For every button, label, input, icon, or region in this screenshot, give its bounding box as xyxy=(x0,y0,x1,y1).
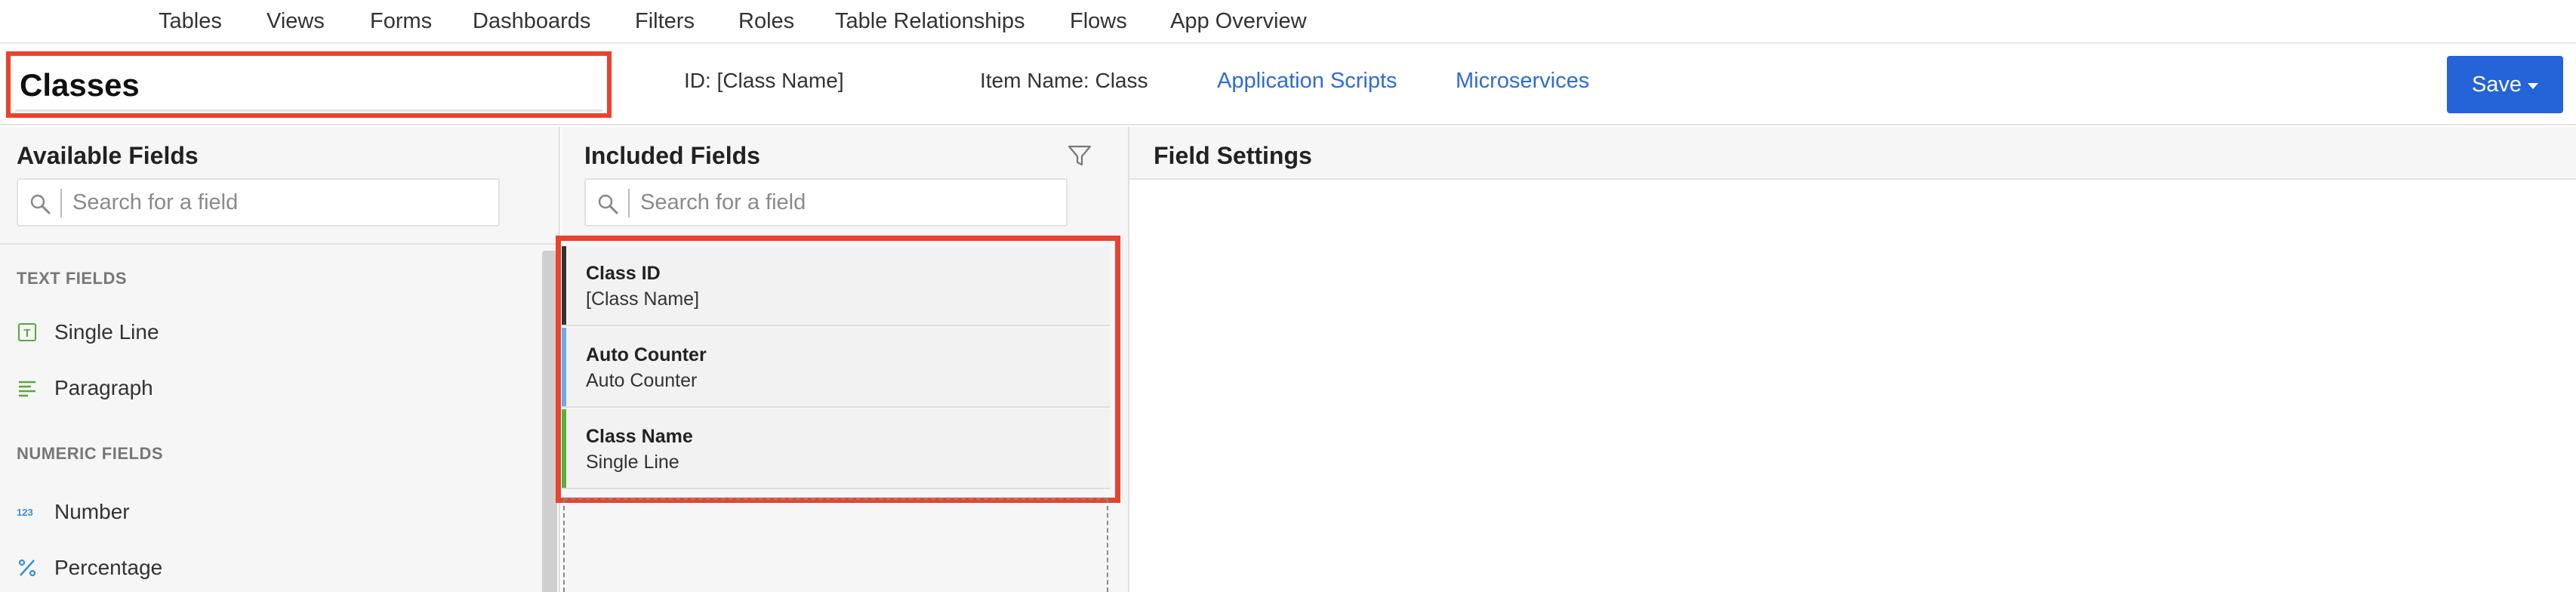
field-single-line[interactable]: T Single Line xyxy=(17,316,515,349)
available-fields-panel: Available Fields TEXT FIELDS T Single Li… xyxy=(0,127,560,592)
nav-roles[interactable]: Roles xyxy=(738,8,794,35)
included-search-input[interactable] xyxy=(640,186,1055,219)
nav-flows[interactable]: Flows xyxy=(1070,8,1127,35)
microservices-link[interactable]: Microservices xyxy=(1456,68,1589,94)
nav-app-overview[interactable]: App Overview xyxy=(1170,8,1307,35)
chevron-down-icon xyxy=(2528,83,2539,89)
field-settings-panel: Field Settings xyxy=(1129,127,2576,592)
save-button[interactable]: Save xyxy=(2447,56,2563,113)
single-line-icon: T xyxy=(17,322,38,343)
table-header: ID: [Class Name] Item Name: Class Applic… xyxy=(0,45,2576,125)
available-scrollbar[interactable] xyxy=(542,251,557,592)
nav-table-relationships[interactable]: Table Relationships xyxy=(835,8,1025,35)
nav-forms[interactable]: Forms xyxy=(370,8,432,35)
table-id-label: ID: [Class Name] xyxy=(684,69,844,92)
available-divider xyxy=(0,243,559,245)
application-scripts-link[interactable]: Application Scripts xyxy=(1217,68,1397,94)
svg-text:T: T xyxy=(23,327,30,340)
svg-text:123: 123 xyxy=(17,507,33,518)
percentage-icon xyxy=(17,557,38,578)
field-drop-zone[interactable] xyxy=(563,498,1108,592)
field-percentage[interactable]: Percentage xyxy=(17,551,515,584)
field-label: Number xyxy=(54,500,130,523)
paragraph-icon xyxy=(17,378,38,399)
search-icon xyxy=(598,194,618,214)
nav-filters[interactable]: Filters xyxy=(635,8,695,35)
nav-tables[interactable]: Tables xyxy=(159,8,222,35)
field-label: Percentage xyxy=(54,556,163,579)
available-search-input[interactable] xyxy=(72,186,488,219)
nav-views[interactable]: Views xyxy=(267,8,325,35)
included-fields-title: Included Fields xyxy=(584,142,760,169)
field-label: Single Line xyxy=(54,320,159,344)
number-icon: 123 xyxy=(17,501,38,523)
table-name-highlight xyxy=(6,51,612,118)
save-label: Save xyxy=(2471,72,2522,97)
nav-dashboards[interactable]: Dashboards xyxy=(473,8,590,35)
field-label: Paragraph xyxy=(54,376,153,399)
available-fields-title: Available Fields xyxy=(17,142,199,169)
field-number[interactable]: 123 Number xyxy=(17,495,515,529)
settings-divider xyxy=(1129,178,2576,180)
field-settings-header xyxy=(1129,127,2576,178)
included-search[interactable] xyxy=(584,178,1068,227)
search-icon xyxy=(30,194,51,214)
item-name-label: Item Name: Class xyxy=(980,69,1148,92)
field-settings-title: Field Settings xyxy=(1154,142,1312,169)
available-search[interactable] xyxy=(17,178,500,227)
search-separator xyxy=(628,189,630,217)
section-text-fields: TEXT FIELDS xyxy=(17,269,128,288)
included-fields-highlight xyxy=(556,236,1120,503)
table-name-input[interactable] xyxy=(15,60,602,112)
filter-icon[interactable] xyxy=(1065,140,1095,171)
section-numeric-fields: NUMERIC FIELDS xyxy=(17,444,163,463)
search-separator xyxy=(60,189,62,217)
field-paragraph[interactable]: Paragraph xyxy=(17,372,515,405)
top-nav: Tables Views Forms Dashboards Filters Ro… xyxy=(0,0,2576,44)
